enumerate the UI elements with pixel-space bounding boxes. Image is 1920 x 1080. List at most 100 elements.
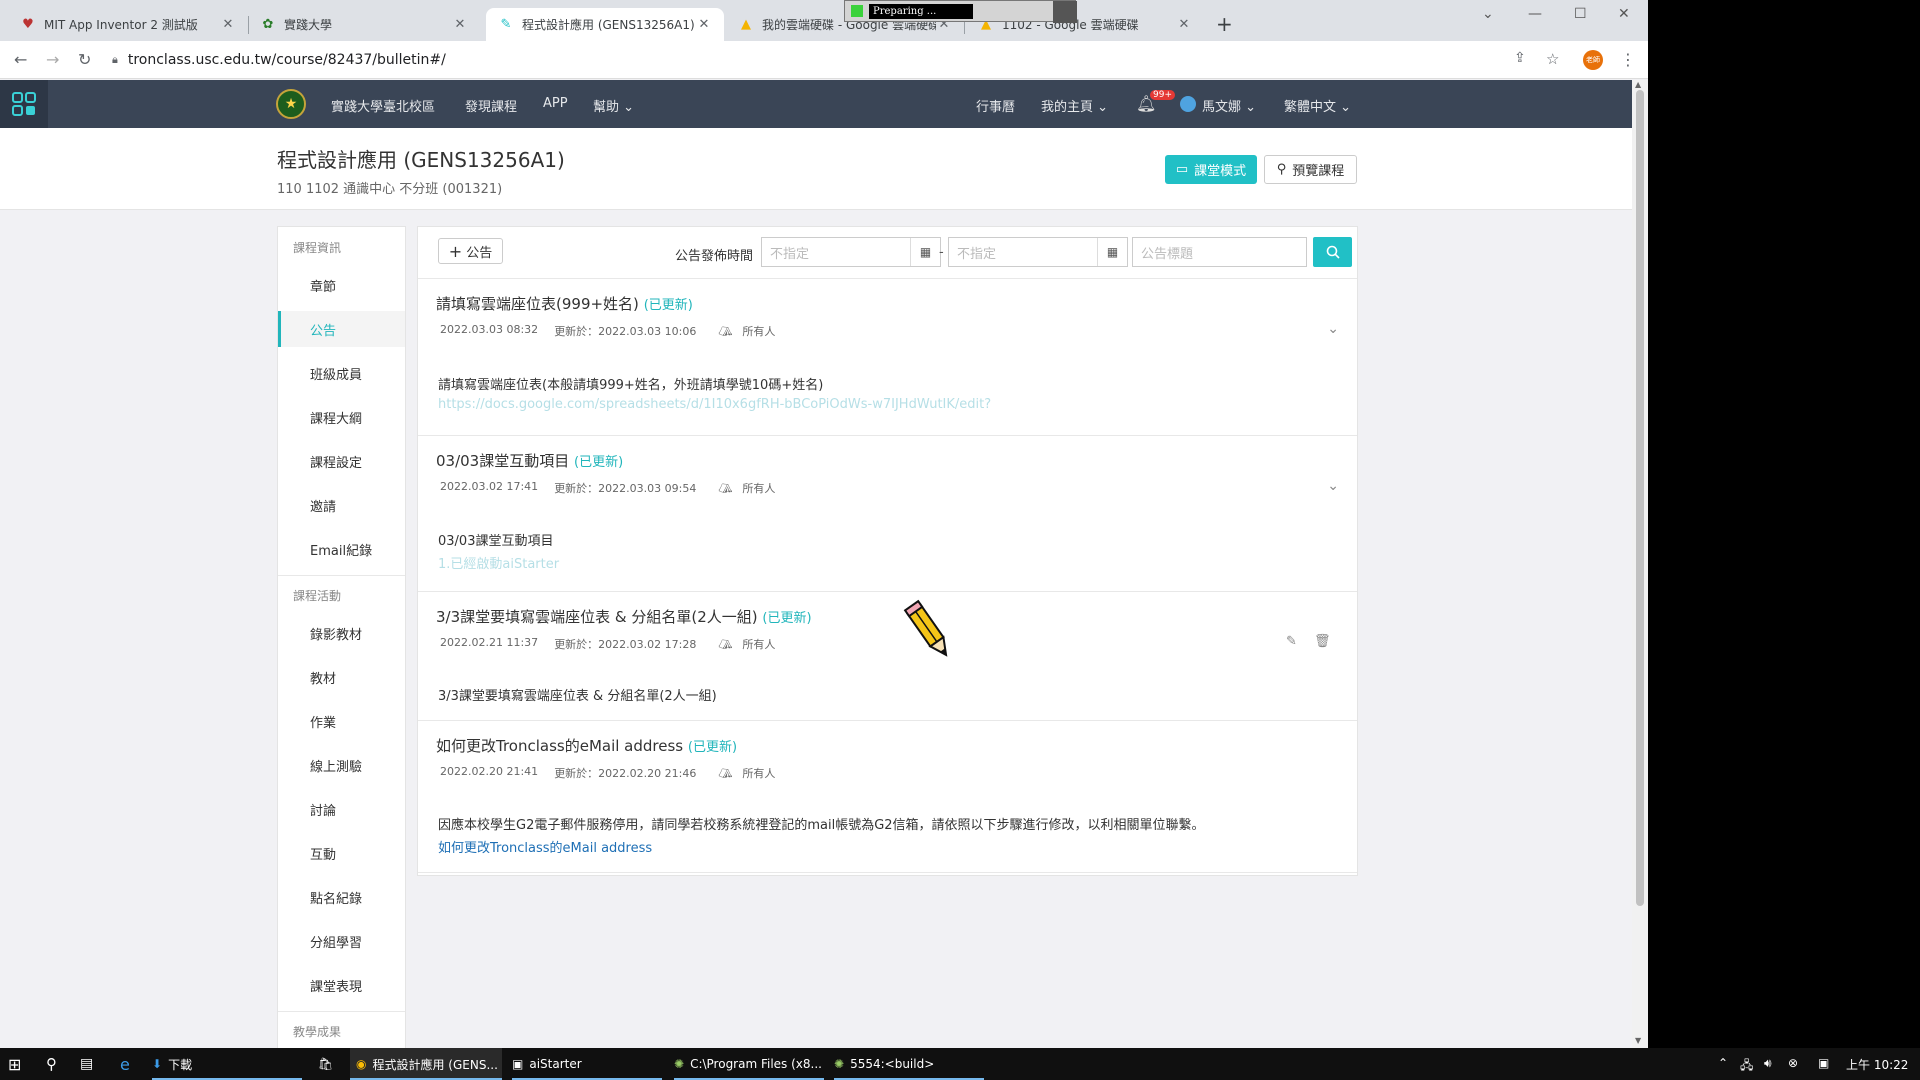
- sidebar-item-interaction[interactable]: 互動: [278, 835, 405, 871]
- task-view-icon[interactable]: ▤: [80, 1048, 93, 1080]
- tab-usc[interactable]: ✿ 實踐大學 ✕: [248, 8, 480, 41]
- nav-calendar[interactable]: 行事曆: [976, 96, 1015, 115]
- user-avatar[interactable]: [1180, 96, 1196, 112]
- close-tab-icon[interactable]: ✕: [1176, 17, 1192, 32]
- date-from-input[interactable]: 不指定 ▦: [761, 237, 941, 267]
- sidebar-section-info: 課程資訊: [293, 241, 342, 255]
- bulletin-link[interactable]: 如何更改Tronclass的eMail address: [438, 837, 652, 856]
- tab-search-icon[interactable]: ⌄: [1482, 6, 1494, 22]
- sidebar-item-chapters[interactable]: 章節: [278, 267, 405, 303]
- scroll-up-icon[interactable]: ▲: [1635, 80, 1641, 89]
- close-tab-icon[interactable]: ✕: [696, 17, 712, 32]
- address-bar[interactable]: 🔒︎ tronclass.usc.edu.tw/course/82437/bul…: [112, 46, 1512, 74]
- ime-icon[interactable]: ▣: [1818, 1056, 1829, 1070]
- network-icon[interactable]: 🖧︎: [1740, 1056, 1753, 1077]
- taskbar-chrome[interactable]: ◉ 程式設計應用 (GENS...: [350, 1048, 502, 1080]
- bulletin-body-faded: 1.已經啟動aiStarter: [438, 557, 560, 572]
- search-icon[interactable]: ⚲: [46, 1048, 57, 1080]
- calendar-icon[interactable]: ▦: [910, 238, 940, 266]
- trash-icon[interactable]: 🗑︎: [1314, 634, 1331, 649]
- bookmark-star-icon[interactable]: ☆: [1546, 50, 1559, 68]
- taskbar-emulator[interactable]: ✺ 5554:<build>: [834, 1048, 984, 1080]
- taskbar-downloads[interactable]: ⬇ 下載: [152, 1048, 302, 1080]
- browser-toolbar: ← → ↻ 🔒︎ tronclass.usc.edu.tw/course/824…: [0, 41, 1648, 79]
- close-tab-icon[interactable]: ✕: [220, 17, 236, 32]
- bulletin-item[interactable]: 3/3課堂要填寫雲端座位表 & 分組名單(2人一組) (已更新) 2022.02…: [418, 592, 1357, 721]
- audience-icon: ⛺︎: [718, 324, 733, 338]
- apps-grid-icon[interactable]: [0, 80, 48, 128]
- bulletin-title[interactable]: 03/03課堂互動項目 (已更新): [436, 450, 623, 471]
- sidebar-item-materials[interactable]: 教材: [278, 659, 405, 695]
- sidebar-item-invite[interactable]: 邀請: [278, 487, 405, 523]
- sidebar-item-videos[interactable]: 錄影教材: [278, 615, 405, 651]
- maximize-button[interactable]: ☐: [1574, 6, 1587, 22]
- chevron-down-icon: ⌄: [623, 100, 635, 115]
- date-to-input[interactable]: 不指定 ▦: [948, 237, 1128, 267]
- expand-chevron-icon[interactable]: ⌄: [1327, 478, 1339, 494]
- nav-help[interactable]: 幫助 ⌄: [593, 96, 634, 115]
- sidebar-item-syllabus[interactable]: 課程大綱: [278, 399, 405, 435]
- preview-course-button[interactable]: ⚲ 預覽課程: [1264, 155, 1357, 184]
- search-button[interactable]: [1313, 237, 1352, 267]
- bulletin-title[interactable]: 請填寫雲端座位表(999+姓名) (已更新): [436, 293, 693, 314]
- scroll-down-icon[interactable]: ▼: [1635, 1036, 1641, 1045]
- classroom-mode-button[interactable]: ▭ 課堂模式: [1165, 155, 1257, 184]
- tray-close-icon[interactable]: ⊗: [1788, 1056, 1798, 1070]
- sidebar-item-settings[interactable]: 課程設定: [278, 443, 405, 479]
- course-subtitle: 110 1102 通識中心 不分班 (001321): [277, 182, 503, 197]
- android-icon: ✺: [834, 1057, 845, 1071]
- sidebar-item-homework[interactable]: 作業: [278, 703, 405, 739]
- edge-icon[interactable]: e: [120, 1048, 130, 1080]
- reload-icon[interactable]: ↻: [78, 50, 91, 69]
- sidebar-item-exams[interactable]: 線上測驗: [278, 747, 405, 783]
- bulletin-item[interactable]: 請填寫雲端座位表(999+姓名) (已更新) 2022.03.03 08:32 …: [418, 279, 1357, 436]
- audience-icon: ⛺︎: [718, 637, 733, 651]
- sidebar-item-members[interactable]: 班級成員: [278, 355, 405, 391]
- menu-kebab-icon[interactable]: ⋮: [1620, 50, 1636, 69]
- nav-discover[interactable]: 發現課程: [465, 96, 517, 115]
- school-logo[interactable]: ★: [276, 89, 306, 119]
- close-tab-icon[interactable]: ✕: [452, 17, 468, 32]
- taskbar-cmd[interactable]: ✺ C:\Program Files (x8...: [674, 1048, 824, 1080]
- store-icon[interactable]: 🛍︎: [318, 1048, 333, 1080]
- bulletin-link[interactable]: https://docs.google.com/spreadsheets/d/1…: [438, 397, 991, 412]
- tab-app-inventor[interactable]: ♥ MIT App Inventor 2 測試版 ✕: [8, 8, 248, 41]
- sidebar-item-groups[interactable]: 分組學習: [278, 923, 405, 959]
- forward-icon[interactable]: →: [46, 50, 59, 69]
- close-window-button[interactable]: ✕: [1618, 6, 1630, 22]
- scrollbar-thumb[interactable]: [1636, 90, 1644, 906]
- sidebar-item-performance[interactable]: 課堂表現: [278, 967, 405, 1003]
- bulletin-title-search-input[interactable]: 公告標題: [1132, 237, 1307, 267]
- bulletin-item[interactable]: 03/03課堂互動項目 (已更新) 2022.03.02 17:41 更新於：2…: [418, 436, 1357, 592]
- volume-icon[interactable]: 🔊︎: [1764, 1056, 1772, 1071]
- bulletin-title[interactable]: 3/3課堂要填寫雲端座位表 & 分組名單(2人一組) (已更新): [436, 606, 812, 627]
- bulletin-item[interactable]: 如何更改Tronclass的eMail address (已更新) 2022.0…: [418, 721, 1357, 873]
- expand-chevron-icon[interactable]: ⌄: [1327, 321, 1339, 337]
- windows-start-icon[interactable]: ⊞: [8, 1048, 21, 1080]
- calendar-icon[interactable]: ▦: [1097, 238, 1127, 266]
- tray-chevron-icon[interactable]: ⌃: [1718, 1056, 1728, 1070]
- add-bulletin-button[interactable]: + 公告: [438, 238, 503, 264]
- back-icon[interactable]: ←: [14, 50, 27, 69]
- nav-app[interactable]: APP: [543, 96, 568, 111]
- sidebar-item-bulletin[interactable]: 公告: [278, 311, 405, 347]
- audience-icon: ⛺︎: [718, 481, 733, 495]
- minimize-button[interactable]: —: [1528, 6, 1542, 22]
- nav-school[interactable]: 實踐大學臺北校區: [331, 96, 435, 115]
- edit-icon[interactable]: ✎: [1286, 634, 1297, 649]
- sidebar-item-email-log[interactable]: Email紀錄: [278, 531, 405, 567]
- sidebar-item-attendance[interactable]: 點名紀錄: [278, 879, 405, 915]
- nav-home[interactable]: 我的主頁 ⌄: [1041, 96, 1108, 115]
- sidebar-item-discussion[interactable]: 討論: [278, 791, 405, 827]
- notification-badge: 99+: [1150, 90, 1175, 100]
- tab-tronclass[interactable]: ✎ 程式設計應用 (GENS13256A1) ✕: [486, 8, 724, 41]
- nav-language[interactable]: 繁體中文 ⌄: [1284, 96, 1351, 115]
- share-icon[interactable]: ⇪: [1514, 50, 1526, 66]
- page-scrollbar[interactable]: ▲ ▼: [1632, 80, 1648, 1048]
- taskbar-aistarter[interactable]: ▣ aiStarter: [512, 1048, 662, 1080]
- profile-avatar[interactable]: 老師: [1583, 50, 1603, 70]
- clock[interactable]: 上午 10:22: [1846, 1056, 1908, 1073]
- bulletin-title[interactable]: 如何更改Tronclass的eMail address (已更新): [436, 735, 737, 756]
- nav-user[interactable]: 馬文娜 ⌄: [1202, 96, 1256, 115]
- new-tab-button[interactable]: +: [1216, 12, 1233, 36]
